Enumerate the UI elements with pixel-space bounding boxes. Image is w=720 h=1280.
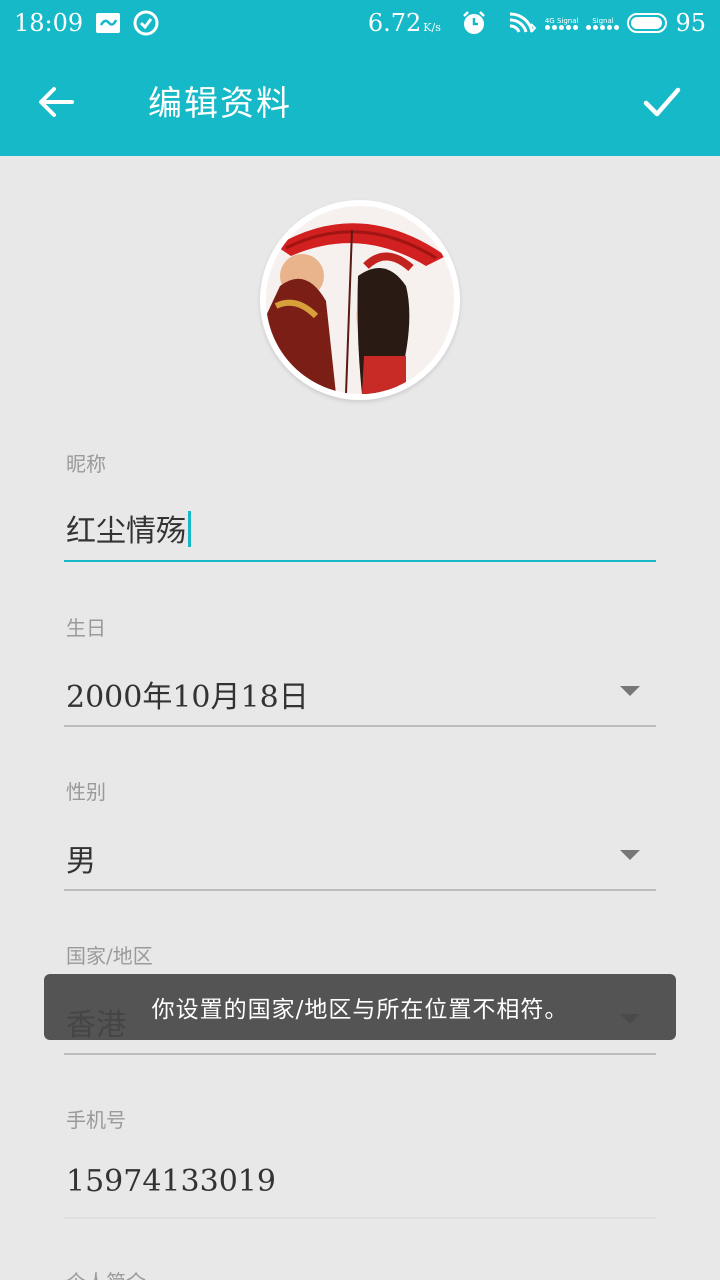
signal-2: Signal <box>586 16 620 30</box>
nickname-input[interactable]: 红尘情殇 <box>66 506 191 550</box>
wifi-icon <box>507 10 537 36</box>
phone-label: 手机号 <box>66 1108 126 1132</box>
check-icon <box>643 87 681 117</box>
birthday-field[interactable]: 生日 2000年10月18日 <box>64 612 656 730</box>
bio-field[interactable]: 个人简介 <box>64 1266 656 1280</box>
gender-underline <box>64 889 656 891</box>
text-caret <box>188 511 191 547</box>
battery-level: 95 <box>675 9 706 37</box>
alarm-icon <box>461 10 487 36</box>
toast-message: 你设置的国家/地区与所在位置不相符。 <box>44 974 676 1040</box>
nickname-label: 昵称 <box>66 452 106 476</box>
signal-1-label: 4G Signal <box>544 16 579 25</box>
save-button[interactable] <box>640 80 684 124</box>
chevron-down-icon[interactable] <box>620 686 640 696</box>
status-right-group: 6.72 K/s 4G Signal Signal 95 <box>368 9 706 37</box>
phone-underline <box>64 1217 656 1219</box>
app-toolbar: 编辑资料 <box>0 46 720 156</box>
phone-value: 15974133019 <box>66 1164 276 1199</box>
signal-1-dots-icon <box>545 24 579 30</box>
notification-app-icon <box>95 12 121 34</box>
chevron-down-icon[interactable] <box>620 850 640 860</box>
gender-field[interactable]: 性别 男 <box>64 776 656 894</box>
region-label: 国家/地区 <box>66 944 153 968</box>
bio-label: 个人简介 <box>66 1266 146 1280</box>
back-button[interactable] <box>36 82 76 122</box>
phone-field[interactable]: 手机号 15974133019 <box>64 1104 656 1222</box>
status-time: 18:09 <box>14 9 84 37</box>
region-underline <box>64 1053 656 1055</box>
birthday-value: 2000年10月18日 <box>66 680 309 715</box>
avatar-button[interactable] <box>260 200 460 400</box>
arrow-back-icon <box>39 87 74 117</box>
network-speed-unit: K/s <box>423 21 441 34</box>
signal-2-label: Signal <box>592 16 614 25</box>
gender-label: 性别 <box>66 780 106 804</box>
signal-2-dots-icon <box>586 24 620 30</box>
gender-value: 男 <box>66 844 96 879</box>
network-speed: 6.72 K/s <box>367 9 441 37</box>
page-title: 编辑资料 <box>148 84 292 124</box>
avatar <box>266 206 454 394</box>
nickname-underline <box>64 560 656 562</box>
status-bar: 18:09 6.72 K/s 4G Signal Signal 95 <box>0 0 720 46</box>
signal-1: 4G Signal <box>544 16 579 30</box>
birthday-label: 生日 <box>66 616 106 640</box>
check-circle-icon <box>133 10 159 36</box>
nickname-value: 红尘情殇 <box>66 514 186 549</box>
birthday-underline <box>64 725 656 727</box>
nickname-field[interactable]: 昵称 红尘情殇 <box>64 448 656 566</box>
battery-icon <box>627 13 668 33</box>
